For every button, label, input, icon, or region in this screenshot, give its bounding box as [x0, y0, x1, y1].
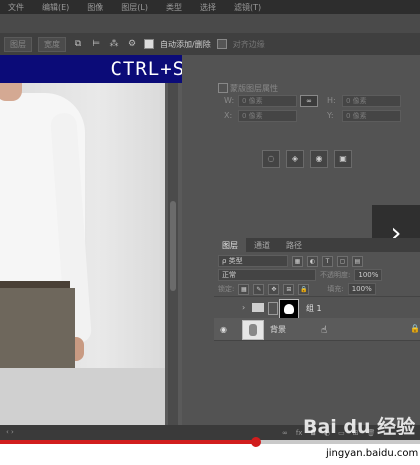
- menu-item-image[interactable]: 图像: [87, 2, 103, 13]
- load-selection-icon[interactable]: ◌: [262, 150, 280, 168]
- pants-shape: [0, 288, 75, 368]
- option-field-1[interactable]: 图层: [4, 36, 32, 52]
- hand-cursor-icon: ☝: [321, 325, 328, 336]
- menu-item-file[interactable]: 文件: [8, 2, 24, 13]
- y-label: Y:: [327, 111, 334, 120]
- video-bar: jingyan.baidu.com: [0, 437, 420, 465]
- lock-brush-icon[interactable]: ✎: [253, 283, 265, 295]
- path-operations-icon[interactable]: ⧉: [72, 39, 84, 49]
- tab-paths[interactable]: 路径: [278, 238, 310, 252]
- menu-item-type[interactable]: 类型: [166, 2, 182, 13]
- menu-item-layer[interactable]: 图层(L): [121, 2, 148, 13]
- apply-mask-icon[interactable]: ◈: [286, 150, 304, 168]
- fill-field[interactable]: 100%: [347, 283, 376, 295]
- lock-move-icon[interactable]: ✥: [268, 283, 280, 295]
- neck-shape: [0, 83, 22, 101]
- blend-row: 正常 不透明度: 100%: [218, 268, 383, 282]
- document-photo: [0, 83, 165, 368]
- filter-type-icon[interactable]: T: [322, 255, 333, 267]
- lock-label: 锁定:: [218, 285, 235, 293]
- opacity-label: 不透明度:: [320, 271, 351, 279]
- option-field-2[interactable]: 宽度: [38, 36, 66, 52]
- link-dimensions-icon[interactable]: ∞: [300, 95, 318, 107]
- auto-add-checkbox[interactable]: [144, 39, 154, 49]
- w-label: W:: [224, 96, 235, 105]
- options-bar: 图层 宽度 ⧉ ⊨ ⁂ ⚙ 自动添加/删除 对齐边缘: [0, 33, 420, 55]
- canvas-area[interactable]: ◀: [0, 83, 182, 440]
- site-url: jingyan.baidu.com: [326, 448, 419, 459]
- canvas-gray-area: [0, 368, 165, 431]
- layers-panel: 图层 通道 路径 ρ 类型 ▦ ◐ T ▢ ▤ 正常 不透明度: 100% 锁定…: [214, 238, 420, 440]
- layer-thumbnail: [242, 320, 264, 340]
- menu-item-select[interactable]: 选择: [200, 2, 216, 13]
- opacity-field[interactable]: 100%: [354, 269, 383, 281]
- properties-title: 蒙版图层属性: [230, 84, 278, 93]
- menu-item-edit[interactable]: 编辑(E): [42, 2, 69, 13]
- eye-icon[interactable]: ◉: [220, 325, 227, 334]
- properties-icon-row: ◌ ◈ ◉ ▣: [262, 150, 352, 170]
- filter-smart-icon[interactable]: ▤: [352, 255, 363, 267]
- blend-mode-select[interactable]: 正常: [218, 269, 316, 281]
- lock-artboard-icon[interactable]: ⊞: [283, 283, 295, 295]
- filter-pixel-icon[interactable]: ▦: [292, 255, 303, 267]
- layers-tabs: 图层 通道 路径: [214, 238, 420, 252]
- watermark-text: Bai du 经验: [303, 416, 416, 438]
- filter-kind-select[interactable]: ρ 类型: [218, 255, 288, 267]
- path-alignment-icon[interactable]: ⊨: [90, 39, 102, 49]
- mask-icon: [218, 83, 228, 93]
- x-field[interactable]: 0 像素: [238, 110, 297, 122]
- chain-link-icon: [268, 302, 278, 315]
- lock-all-icon[interactable]: 🔒: [298, 283, 310, 295]
- enable-mask-icon[interactable]: ◉: [310, 150, 328, 168]
- link-layers-icon[interactable]: ∞: [282, 429, 288, 437]
- x-label: X:: [224, 111, 233, 120]
- vertical-scroll-thumb[interactable]: [170, 201, 176, 291]
- delete-mask-icon[interactable]: ▣: [334, 150, 352, 168]
- baidu-watermark: Bai du 经验: [303, 412, 415, 439]
- layer-row-background[interactable]: ◉ 背景 ☝ 🔒: [214, 318, 420, 341]
- h-field[interactable]: 0 像素: [342, 95, 401, 107]
- align-edges-label: 对齐边缘: [232, 39, 265, 49]
- menu-item-filter[interactable]: 滤镜(T): [234, 2, 261, 13]
- progress-knob[interactable]: [251, 437, 262, 447]
- y-field[interactable]: 0 像素: [342, 110, 401, 122]
- lock-transparent-icon[interactable]: ▦: [238, 283, 250, 295]
- properties-panel: 蒙版图层属性 W: 0 像素 ∞ H: 0 像素 X: 0 像素 Y: 0 像素: [214, 83, 420, 143]
- progress-fill: [0, 440, 257, 444]
- fill-label: 填充:: [327, 285, 344, 293]
- w-field[interactable]: 0 像素: [238, 95, 297, 107]
- filter-shape-icon[interactable]: ▢: [337, 255, 348, 267]
- h-label: H:: [327, 96, 336, 105]
- layer-name: 组 1: [306, 304, 322, 313]
- layer-filter-row: ρ 类型 ▦ ◐ T ▢ ▤: [218, 254, 363, 268]
- vertical-scrollbar[interactable]: [168, 83, 178, 428]
- filter-adjust-icon[interactable]: ◐: [307, 255, 318, 267]
- layer-lock-icon: 🔒: [410, 324, 420, 333]
- photoshop-screen: 文件 编辑(E) 图像 图层(L) 类型 选择 滤镜(T) 图层 宽度 ⧉ ⊨ …: [0, 0, 420, 465]
- mask-thumbnail[interactable]: [279, 299, 299, 319]
- auto-add-label: 自动添加/删除: [160, 39, 211, 49]
- gear-icon[interactable]: ⚙: [126, 39, 138, 49]
- lock-row: 锁定: ▦ ✎ ✥ ⊞ 🔒 填充: 100%: [218, 282, 376, 296]
- progress-track[interactable]: [0, 437, 420, 447]
- layer-name: 背景: [270, 325, 286, 334]
- layer-row-group[interactable]: › 组 1: [214, 296, 420, 320]
- path-arrangement-icon[interactable]: ⁂: [108, 39, 120, 49]
- menu-bar: 文件 编辑(E) 图像 图层(L) 类型 选择 滤镜(T): [0, 0, 420, 14]
- tab-channels[interactable]: 通道: [246, 238, 278, 252]
- align-edges-checkbox[interactable]: [216, 39, 227, 49]
- status-arrows: ‹ ›: [6, 428, 14, 436]
- fx-icon[interactable]: fx: [296, 429, 303, 437]
- folder-icon: [252, 303, 264, 312]
- tab-layers[interactable]: 图层: [214, 238, 246, 252]
- chevron-right-icon[interactable]: ›: [242, 303, 245, 312]
